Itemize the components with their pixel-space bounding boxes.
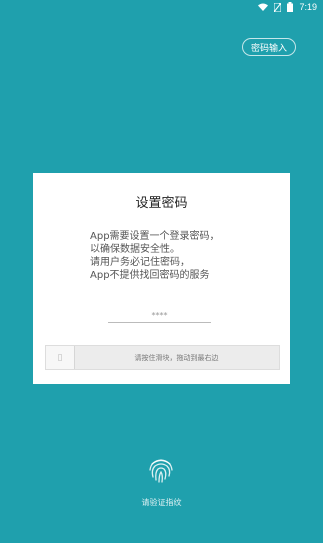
verify-fingerprint-label: 请验证指纹 [141, 498, 182, 507]
slider-handle[interactable]: ▯ [46, 346, 75, 369]
fingerprint-icon[interactable] [146, 455, 176, 485]
status-bar: 7:19 [0, 0, 323, 14]
clock: 7:19 [299, 2, 317, 12]
sim-icon [274, 2, 282, 12]
wifi-icon [258, 3, 269, 11]
slider-label: 请按住滑块，拖动到最右边 [134, 353, 219, 362]
slider-handle-icon: ▯ [57, 352, 63, 363]
password-input-button[interactable]: 密码输入 [241, 38, 296, 56]
dialog-title: 设置密码 [135, 196, 188, 211]
description-line: App需要设置一个登录密码， [90, 231, 220, 242]
description-line: 请用户务必记住密码， [90, 257, 190, 268]
description-line: 以确保数据安全性。 [90, 244, 180, 255]
password-field[interactable]: **** [108, 309, 211, 323]
battery-icon [287, 2, 294, 12]
description-line: App不提供找回密码的服务 [90, 270, 210, 281]
slide-to-verify[interactable]: ▯ 请按住滑块，拖动到最右边 [45, 345, 280, 370]
dialog-description: App需要设置一个登录密码， 以确保数据安全性。 请用户务必记住密码， App不… [90, 230, 260, 282]
set-password-dialog: 设置密码 App需要设置一个登录密码， 以确保数据安全性。 请用户务必记住密码，… [33, 173, 290, 384]
